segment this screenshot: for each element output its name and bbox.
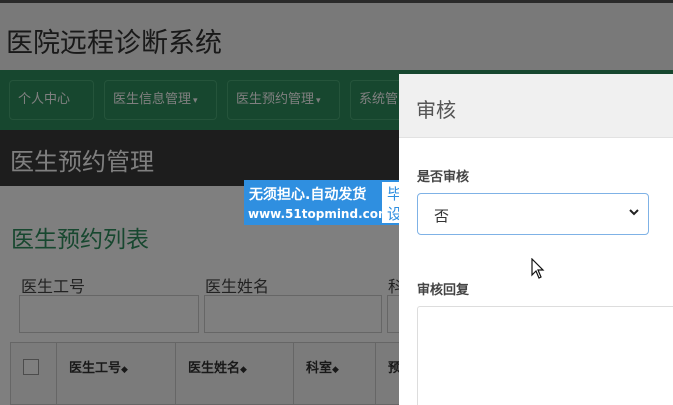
- mouse-cursor-icon: [531, 258, 545, 279]
- reply-textarea[interactable]: [417, 306, 673, 405]
- review-drawer: 审核 是否审核 否 审核回复: [399, 74, 673, 405]
- reply-field-label: 审核回复: [417, 283, 470, 298]
- drawer-header: 审核: [399, 74, 673, 138]
- approve-field-label: 是否审核: [417, 170, 470, 185]
- watermark-left: 无须担心.自动发货 www.51topmind.com: [244, 180, 391, 225]
- drawer-title: 审核: [416, 98, 456, 122]
- approve-select[interactable]: 否: [417, 193, 649, 235]
- watermark-slogan: 无须担心.自动发货: [249, 187, 367, 203]
- chevron-down-icon: [629, 209, 639, 216]
- approve-select-value: 否: [434, 207, 450, 225]
- watermark-url: www.51topmind.com: [248, 207, 391, 221]
